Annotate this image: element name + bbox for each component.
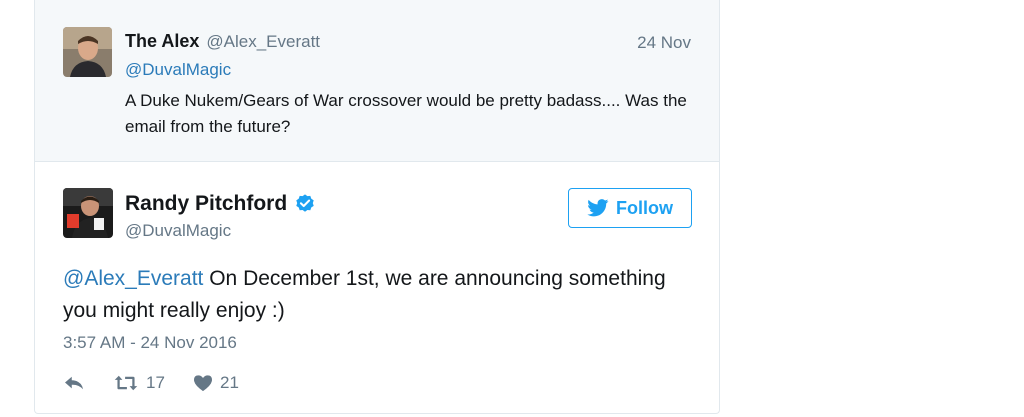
like-count: 21 — [220, 373, 239, 392]
heart-icon — [194, 375, 212, 392]
avatar[interactable] — [63, 188, 113, 238]
tweet-actions: 17 21 — [63, 371, 239, 395]
reply-button[interactable] — [63, 374, 113, 392]
verified-badge-icon — [296, 194, 314, 212]
parent-author[interactable]: The Alex @Alex_Everatt — [125, 31, 320, 52]
parent-tweet[interactable]: The Alex @Alex_Everatt 24 Nov @DuvalMagi… — [35, 0, 719, 162]
reply-icon — [65, 376, 83, 390]
tweet-date[interactable]: 24 Nov — [637, 33, 691, 53]
like-button[interactable]: 21 — [193, 373, 239, 393]
main-author[interactable]: Randy Pitchford — [125, 192, 316, 216]
twitter-bird-icon — [587, 199, 609, 217]
mention-link[interactable]: @Alex_Everatt — [63, 267, 203, 290]
tweet-timestamp[interactable]: 3:57 AM - 24 Nov 2016 — [63, 333, 237, 353]
follow-button[interactable]: Follow — [568, 188, 692, 228]
parent-tweet-text: A Duke Nukem/Gears of War crossover woul… — [125, 91, 687, 136]
author-name[interactable]: Randy Pitchford — [125, 192, 287, 216]
reply-to-mention[interactable]: @DuvalMagic — [125, 60, 231, 80]
avatar[interactable] — [63, 27, 112, 77]
follow-label: Follow — [616, 197, 673, 218]
author-handle[interactable]: @Alex_Everatt — [206, 32, 320, 51]
retweet-icon — [114, 375, 138, 391]
main-tweet-text: @Alex_Everatt On December 1st, we are an… — [63, 263, 683, 327]
retweet-count: 17 — [146, 373, 165, 392]
author-handle[interactable]: @DuvalMagic — [125, 221, 231, 241]
embedded-tweet-card: The Alex @Alex_Everatt 24 Nov @DuvalMagi… — [34, 0, 720, 414]
author-name[interactable]: The Alex — [125, 31, 199, 51]
retweet-button[interactable]: 17 — [113, 373, 193, 393]
